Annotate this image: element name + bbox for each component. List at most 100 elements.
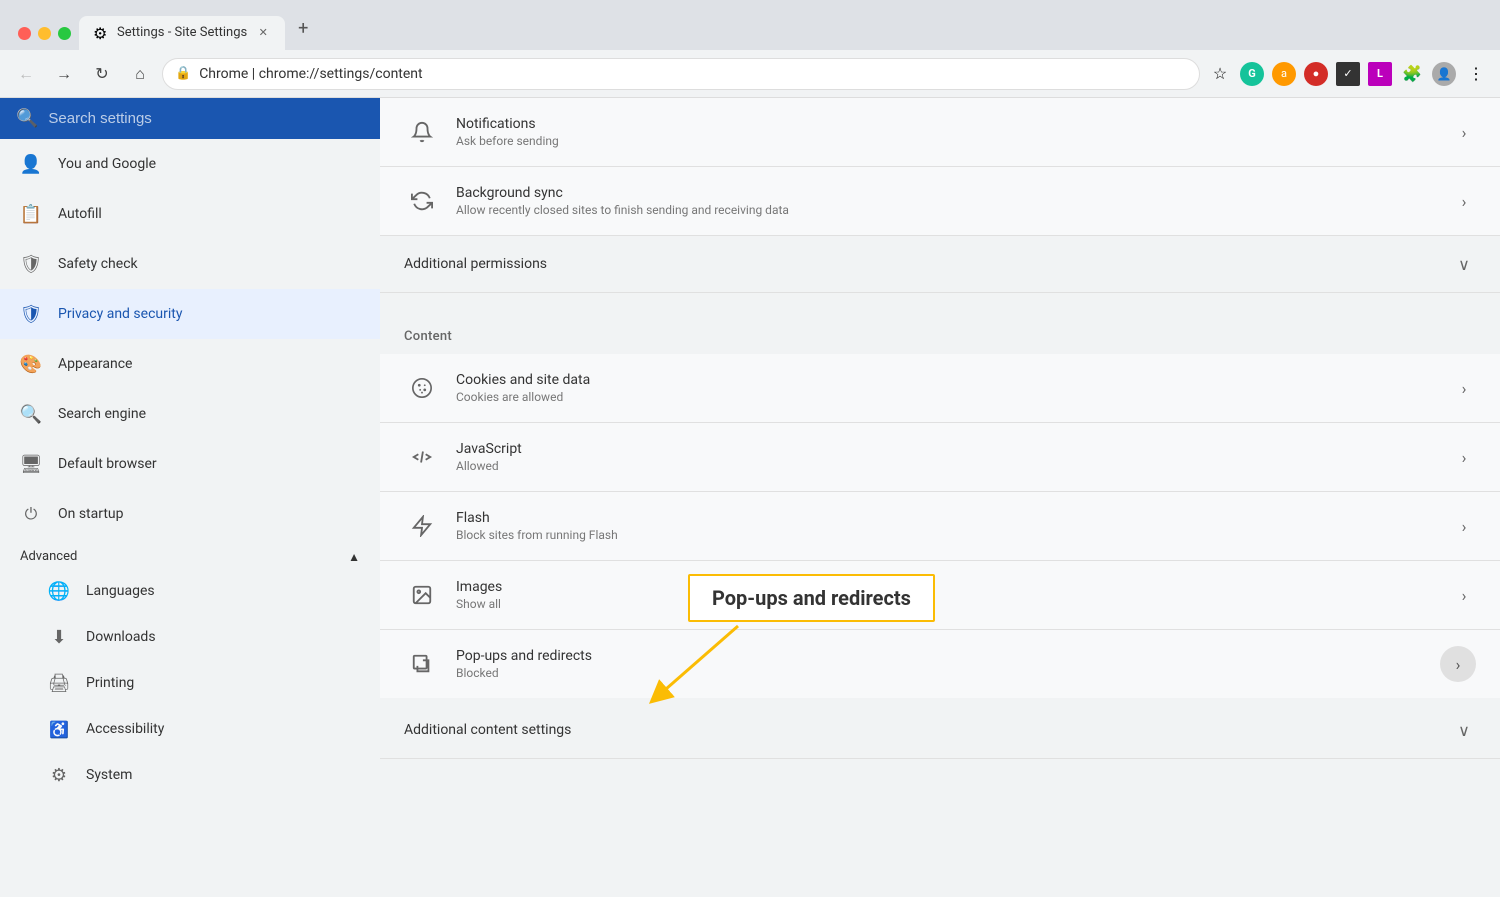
active-tab[interactable]: ⚙ Settings - Site Settings ✕ [79, 16, 285, 50]
popups-row[interactable]: Pop-ups and redirects Blocked › [380, 630, 1500, 698]
address-url: chrome://settings/content [259, 66, 423, 82]
new-tab-button[interactable]: + [289, 14, 317, 42]
sidebar-label-downloads: Downloads [86, 629, 156, 645]
minimize-button[interactable] [38, 27, 51, 40]
spacer [380, 293, 1500, 309]
flash-icon [404, 508, 440, 544]
cookies-text: Cookies and site data Cookies are allowe… [456, 372, 1436, 404]
notifications-row[interactable]: Notifications Ask before sending › [380, 98, 1500, 167]
address-domain: Chrome [199, 66, 248, 82]
javascript-row[interactable]: JavaScript Allowed › [380, 423, 1500, 492]
sidebar-item-default-browser[interactable]: 🖥 Default browser [0, 439, 380, 489]
back-button[interactable]: ← [10, 58, 42, 90]
sidebar-item-safety-check[interactable]: 🛡 Safety check [0, 239, 380, 289]
sidebar-label-safety-check: Safety check [58, 256, 138, 272]
sidebar-item-printing[interactable]: 🖨 Printing [0, 660, 380, 706]
javascript-subtitle: Allowed [456, 459, 1436, 473]
nav-actions: ☆ G a ● ✓ L 🧩 👤 ⋮ [1206, 60, 1490, 88]
images-chevron: › [1452, 583, 1476, 607]
advanced-chevron: ▲ [348, 550, 360, 564]
notifications-text: Notifications Ask before sending [456, 116, 1436, 148]
flash-row[interactable]: Flash Block sites from running Flash › [380, 492, 1500, 561]
privacy-icon: 🛡 [20, 303, 42, 325]
sidebar-item-you-and-google[interactable]: 👤 You and Google [0, 139, 380, 189]
sidebar-item-appearance[interactable]: 🎨 Appearance [0, 339, 380, 389]
amazon-ext[interactable]: a [1270, 60, 1298, 88]
notifications-icon [404, 114, 440, 150]
flash-subtitle: Block sites from running Flash [456, 528, 1436, 542]
bookmark-button[interactable]: ☆ [1206, 60, 1234, 88]
cookies-row[interactable]: Cookies and site data Cookies are allowe… [380, 354, 1500, 423]
javascript-chevron: › [1452, 445, 1476, 469]
system-icon: ⚙ [48, 764, 70, 786]
lastpass2-ext[interactable]: L [1366, 60, 1394, 88]
tab-title: Settings - Site Settings [117, 25, 247, 40]
advanced-section[interactable]: Advanced ▲ [0, 539, 380, 568]
additional-content-settings-row[interactable]: Additional content settings ∨ [380, 702, 1500, 759]
images-icon [404, 577, 440, 613]
address-bar[interactable]: 🔒 Chrome | chrome://settings/content [162, 58, 1200, 90]
tab-close-button[interactable]: ✕ [255, 24, 271, 40]
profile-button[interactable]: 👤 [1430, 60, 1458, 88]
sidebar-label-you-and-google: You and Google [58, 156, 156, 172]
sidebar-label-privacy-and-security: Privacy and security [58, 306, 182, 322]
close-button[interactable] [18, 27, 31, 40]
autofill-icon: 📋 [20, 203, 42, 225]
background-sync-icon [404, 183, 440, 219]
sidebar-item-downloads[interactable]: ⬇ Downloads [0, 614, 380, 660]
sidebar-item-privacy-and-security[interactable]: 🛡 Privacy and security [0, 289, 380, 339]
navigation-bar: ← → ↻ ⌂ 🔒 Chrome | chrome://settings/con… [0, 50, 1500, 98]
accessibility-icon: ♿ [48, 718, 70, 740]
content-section-header: Content [380, 309, 1500, 354]
security-icon: 🔒 [175, 66, 191, 81]
maximize-button[interactable] [58, 27, 71, 40]
notifications-title: Notifications [456, 116, 1436, 132]
downloads-icon: ⬇ [48, 626, 70, 648]
lastpass-ext[interactable]: ● [1302, 60, 1330, 88]
menu-button[interactable]: ⋮ [1462, 60, 1490, 88]
sidebar-label-languages: Languages [86, 583, 155, 599]
content-area: Pop-ups and redirects [380, 98, 1500, 897]
popups-chevron-btn[interactable]: › [1440, 646, 1476, 682]
search-input[interactable] [48, 110, 364, 127]
refresh-button[interactable]: ↻ [86, 58, 118, 90]
home-button[interactable]: ⌂ [124, 58, 156, 90]
additional-permissions-row[interactable]: Additional permissions ∨ [380, 236, 1500, 293]
cookies-title: Cookies and site data [456, 372, 1436, 388]
popups-icon [404, 646, 440, 682]
forward-button[interactable]: → [48, 58, 80, 90]
popups-text: Pop-ups and redirects Blocked [456, 648, 1424, 680]
images-subtitle: Show all [456, 597, 1436, 611]
address-text: Chrome | chrome://settings/content [199, 66, 1187, 82]
sidebar-label-printing: Printing [86, 675, 134, 691]
cookies-icon [404, 370, 440, 406]
tab-bar: ⚙ Settings - Site Settings ✕ + [79, 14, 1490, 50]
additional-content-settings-chevron: ∨ [1452, 718, 1476, 742]
sidebar-item-autofill[interactable]: 📋 Autofill [0, 189, 380, 239]
javascript-icon [404, 439, 440, 475]
javascript-text: JavaScript Allowed [456, 441, 1436, 473]
sidebar-label-appearance: Appearance [58, 356, 132, 372]
images-row[interactable]: Images Show all › [380, 561, 1500, 630]
background-sync-row[interactable]: Background sync Allow recently closed si… [380, 167, 1500, 236]
languages-icon: 🌐 [48, 580, 70, 602]
extensions-button[interactable]: 🧩 [1398, 60, 1426, 88]
cookies-chevron: › [1452, 376, 1476, 400]
popups-subtitle: Blocked [456, 666, 1424, 680]
additional-content-settings-text: Additional content settings [404, 722, 1436, 738]
grammarly-ext[interactable]: G [1238, 60, 1266, 88]
shield-icon: 🛡 [20, 253, 42, 275]
sidebar-label-accessibility: Accessibility [86, 721, 164, 737]
additional-permissions-text: Additional permissions [404, 256, 1436, 272]
sidebar-label-autofill: Autofill [58, 206, 102, 222]
search-engine-icon: 🔍 [20, 403, 42, 425]
cookies-subtitle: Cookies are allowed [456, 390, 1436, 404]
sidebar-item-search-engine[interactable]: 🔍 Search engine [0, 389, 380, 439]
sidebar-item-on-startup[interactable]: ⏻ On startup [0, 489, 380, 539]
sidebar-item-system[interactable]: ⚙ System [0, 752, 380, 798]
todoist-ext[interactable]: ✓ [1334, 60, 1362, 88]
sidebar: 🔍 👤 You and Google 📋 Autofill 🛡 Safety c… [0, 98, 380, 897]
sidebar-item-languages[interactable]: 🌐 Languages [0, 568, 380, 614]
traffic-lights [10, 27, 79, 50]
sidebar-item-accessibility[interactable]: ♿ Accessibility [0, 706, 380, 752]
